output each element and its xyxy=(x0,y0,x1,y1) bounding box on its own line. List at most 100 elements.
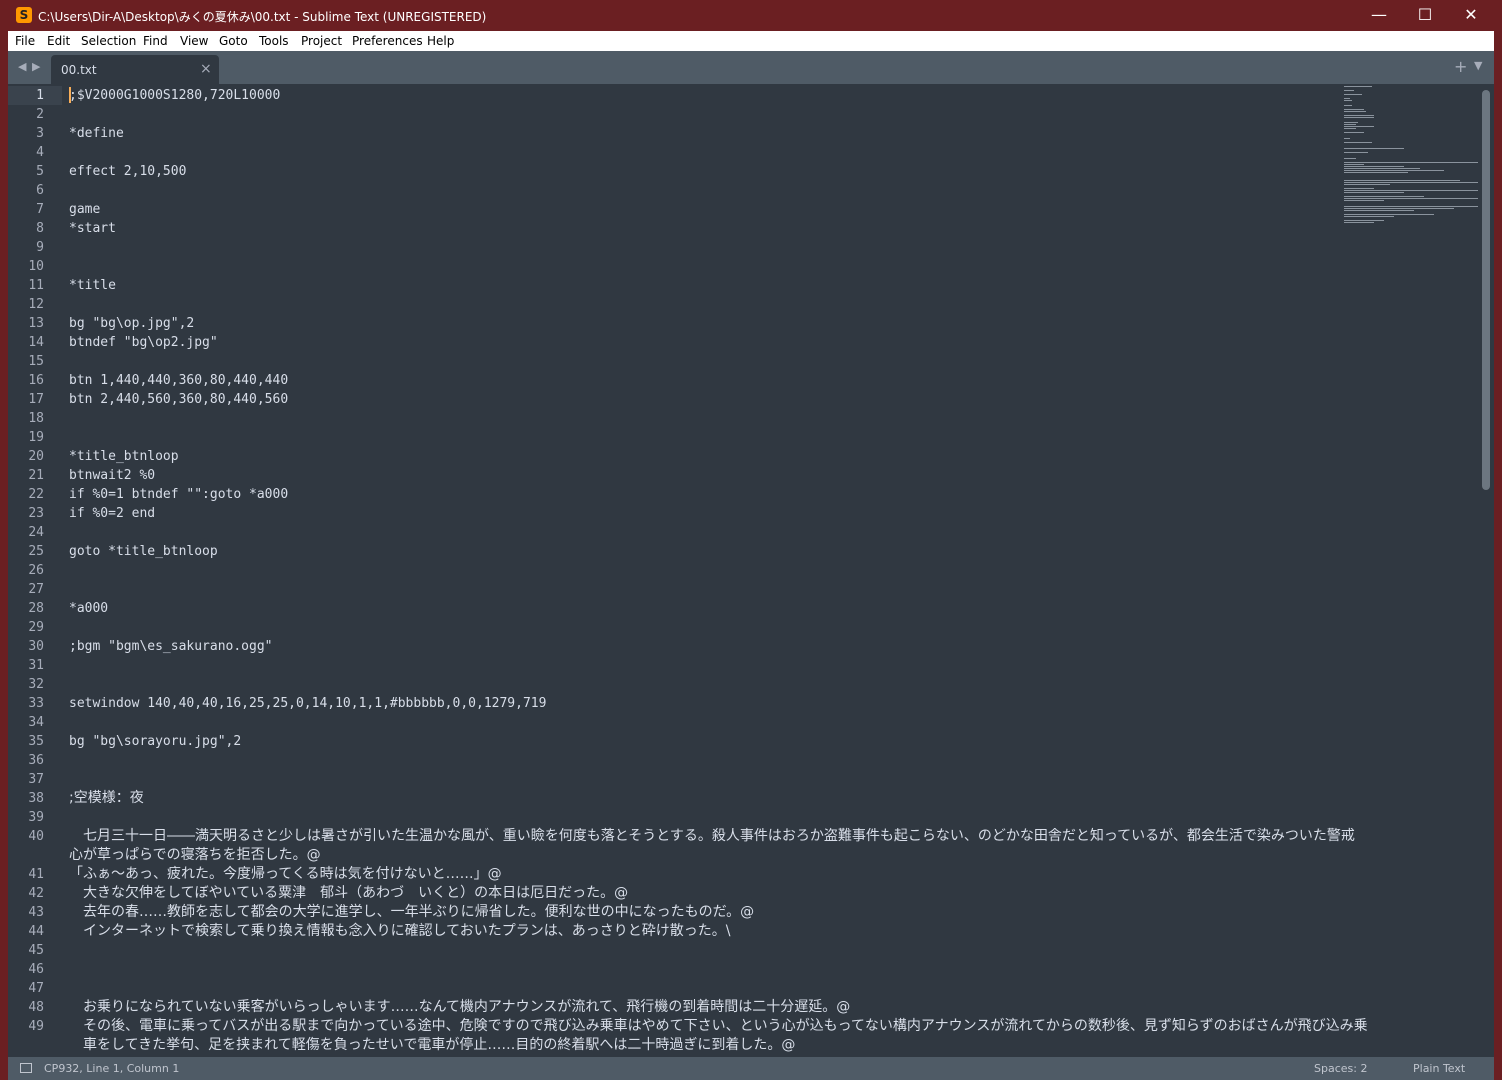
line-number: 45 xyxy=(28,943,44,958)
line-number: 1 xyxy=(8,86,62,105)
line-number: 7 xyxy=(36,202,44,217)
line-number-gutter: 1 2 3 4 5 6 7 8 9 10 11 12 13 14 15 16 1… xyxy=(8,84,62,1057)
line-number: 30 xyxy=(28,639,44,654)
line-number: 35 xyxy=(28,734,44,749)
code-line: *start xyxy=(69,221,116,236)
line-number: 3 xyxy=(36,126,44,141)
line-number: 33 xyxy=(28,696,44,711)
line-number: 22 xyxy=(28,487,44,502)
line-number: 47 xyxy=(28,981,44,996)
sublime-window: S C:\Users\Dir-A\Desktop\みくの夏休み\00.txt -… xyxy=(8,0,1494,1080)
new-tab-icon[interactable]: + xyxy=(1454,57,1467,76)
code-line: bg "bg\sorayoru.jpg",2 xyxy=(69,734,242,749)
line-number: 21 xyxy=(28,468,44,483)
menu-goto[interactable]: Goto xyxy=(219,34,248,48)
code-line: 「ふぁ～あっ、疲れた。今度帰ってくる時は気を付けないと……」@ xyxy=(69,866,502,882)
tab-bar: ◀ ▶ 00.txt × + ▼ xyxy=(8,51,1494,84)
line-number: 18 xyxy=(28,411,44,426)
line-number: 27 xyxy=(28,582,44,597)
menu-help[interactable]: Help xyxy=(427,34,454,48)
line-number: 28 xyxy=(28,601,44,616)
code-line-wrap: 心が草っぱらでの寝落ちを拒否した。@ xyxy=(69,847,321,863)
code-line: if %0=1 btndef "":goto *a000 xyxy=(69,487,289,502)
code-line: btn 2,440,560,360,80,440,560 xyxy=(69,392,289,407)
menu-project[interactable]: Project xyxy=(301,34,342,48)
line-number: 48 xyxy=(28,1000,44,1015)
sublime-app-icon: S xyxy=(16,7,32,23)
code-line: *title_btnloop xyxy=(69,449,179,464)
line-number: 43 xyxy=(28,905,44,920)
line-number: 17 xyxy=(28,392,44,407)
line-number: 20 xyxy=(28,449,44,464)
menu-edit[interactable]: Edit xyxy=(47,34,70,48)
tab-00-txt[interactable]: 00.txt × xyxy=(51,55,219,84)
line-number: 5 xyxy=(36,164,44,179)
code-line: お乗りになられていない乗客がいらっしゃいます……なんて機内アナウンスが流れて、飛… xyxy=(69,999,851,1015)
menu-tools[interactable]: Tools xyxy=(259,34,289,48)
menu-find[interactable]: Find xyxy=(143,34,168,48)
line-number: 39 xyxy=(28,810,44,825)
code-line: *a000 xyxy=(69,601,109,616)
status-indentation[interactable]: Spaces: 2 xyxy=(1314,1062,1367,1075)
menu-preferences[interactable]: Preferences xyxy=(352,34,423,48)
code-line: ;空模様：夜 xyxy=(69,790,144,806)
status-bar: CP932, Line 1, Column 1 Spaces: 2 Plain … xyxy=(8,1057,1494,1080)
minimap[interactable] xyxy=(1344,84,1480,234)
code-line: ;$V2000G1000S1280,720L10000 xyxy=(69,88,281,103)
code-line: 大きな欠伸をしてぼやいている粟津 郁斗（あわづ いくと）の本日は厄日だった。@ xyxy=(69,885,629,901)
code-line: インターネットで検索して乗り換え情報も念入りに確認しておいたプランは、あっさりと… xyxy=(69,923,731,939)
code-line: *define xyxy=(69,126,124,141)
panel-toggle-icon[interactable] xyxy=(20,1063,32,1073)
tab-menu-icon[interactable]: ▼ xyxy=(1474,59,1482,72)
line-number: 11 xyxy=(28,278,44,293)
line-number: 36 xyxy=(28,753,44,768)
code-line: ;bgm "bgm\es_sakurano.ogg" xyxy=(69,639,273,654)
code-line: その後、電車に乗ってバスが出る駅まで向かっている途中、危険ですので飛び込み乗車は… xyxy=(69,1018,1368,1034)
line-number: 25 xyxy=(28,544,44,559)
tab-nav-right-icon[interactable]: ▶ xyxy=(32,60,40,73)
tab-label: 00.txt xyxy=(61,63,97,77)
status-syntax[interactable]: Plain Text xyxy=(1413,1062,1465,1075)
close-window-button[interactable]: ✕ xyxy=(1448,0,1494,31)
maximize-button[interactable]: ☐ xyxy=(1402,0,1448,31)
vertical-scrollbar[interactable] xyxy=(1482,90,1490,490)
menu-selection[interactable]: Selection xyxy=(81,34,136,48)
code-line: bg "bg\op.jpg",2 xyxy=(69,316,195,331)
line-number: 46 xyxy=(28,962,44,977)
code-line: effect 2,10,500 xyxy=(69,164,187,179)
line-number: 34 xyxy=(28,715,44,730)
line-number: 23 xyxy=(28,506,44,521)
line-number: 4 xyxy=(36,145,44,160)
line-number: 6 xyxy=(36,183,44,198)
line-number: 37 xyxy=(28,772,44,787)
line-number: 2 xyxy=(36,107,44,122)
line-number: 38 xyxy=(28,791,44,806)
menu-bar: File Edit Selection Find View Goto Tools… xyxy=(8,31,1494,52)
code-line-wrap: 車をしてきた挙句、足を挟まれて軽傷を負ったせいで電車が停止……目的の終着駅へは二… xyxy=(69,1037,796,1053)
code-line: btndef "bg\op2.jpg" xyxy=(69,335,218,350)
tab-close-icon[interactable]: × xyxy=(200,61,212,77)
line-number: 8 xyxy=(36,221,44,236)
line-number: 40 xyxy=(28,829,44,844)
code-line: *title xyxy=(69,278,116,293)
code-line: btn 1,440,440,360,80,440,440 xyxy=(69,373,289,388)
line-number: 19 xyxy=(28,430,44,445)
line-number: 16 xyxy=(28,373,44,388)
minimize-button[interactable]: — xyxy=(1356,0,1402,31)
code-line: 七月三十一日――満天明るさと少しは暑さが引いた生温かな風が、重い瞼を何度も落とそ… xyxy=(69,828,1355,844)
code-line: btnwait2 %0 xyxy=(69,468,156,483)
code-line: goto *title_btnloop xyxy=(69,544,218,559)
code-area[interactable]: ;$V2000G1000S1280,720L10000 *define effe… xyxy=(69,84,1368,1057)
line-number: 9 xyxy=(36,240,44,255)
menu-view[interactable]: View xyxy=(180,34,208,48)
line-number: 41 xyxy=(28,867,44,882)
status-encoding-position[interactable]: CP932, Line 1, Column 1 xyxy=(44,1062,179,1075)
tab-nav-left-icon[interactable]: ◀ xyxy=(18,60,26,73)
line-number: 14 xyxy=(28,335,44,350)
line-number: 12 xyxy=(28,297,44,312)
menu-file[interactable]: File xyxy=(15,34,35,48)
window-title: C:\Users\Dir-A\Desktop\みくの夏休み\00.txt - S… xyxy=(38,10,487,24)
line-number: 15 xyxy=(28,354,44,369)
code-line: game xyxy=(69,202,101,217)
line-number: 31 xyxy=(28,658,44,673)
